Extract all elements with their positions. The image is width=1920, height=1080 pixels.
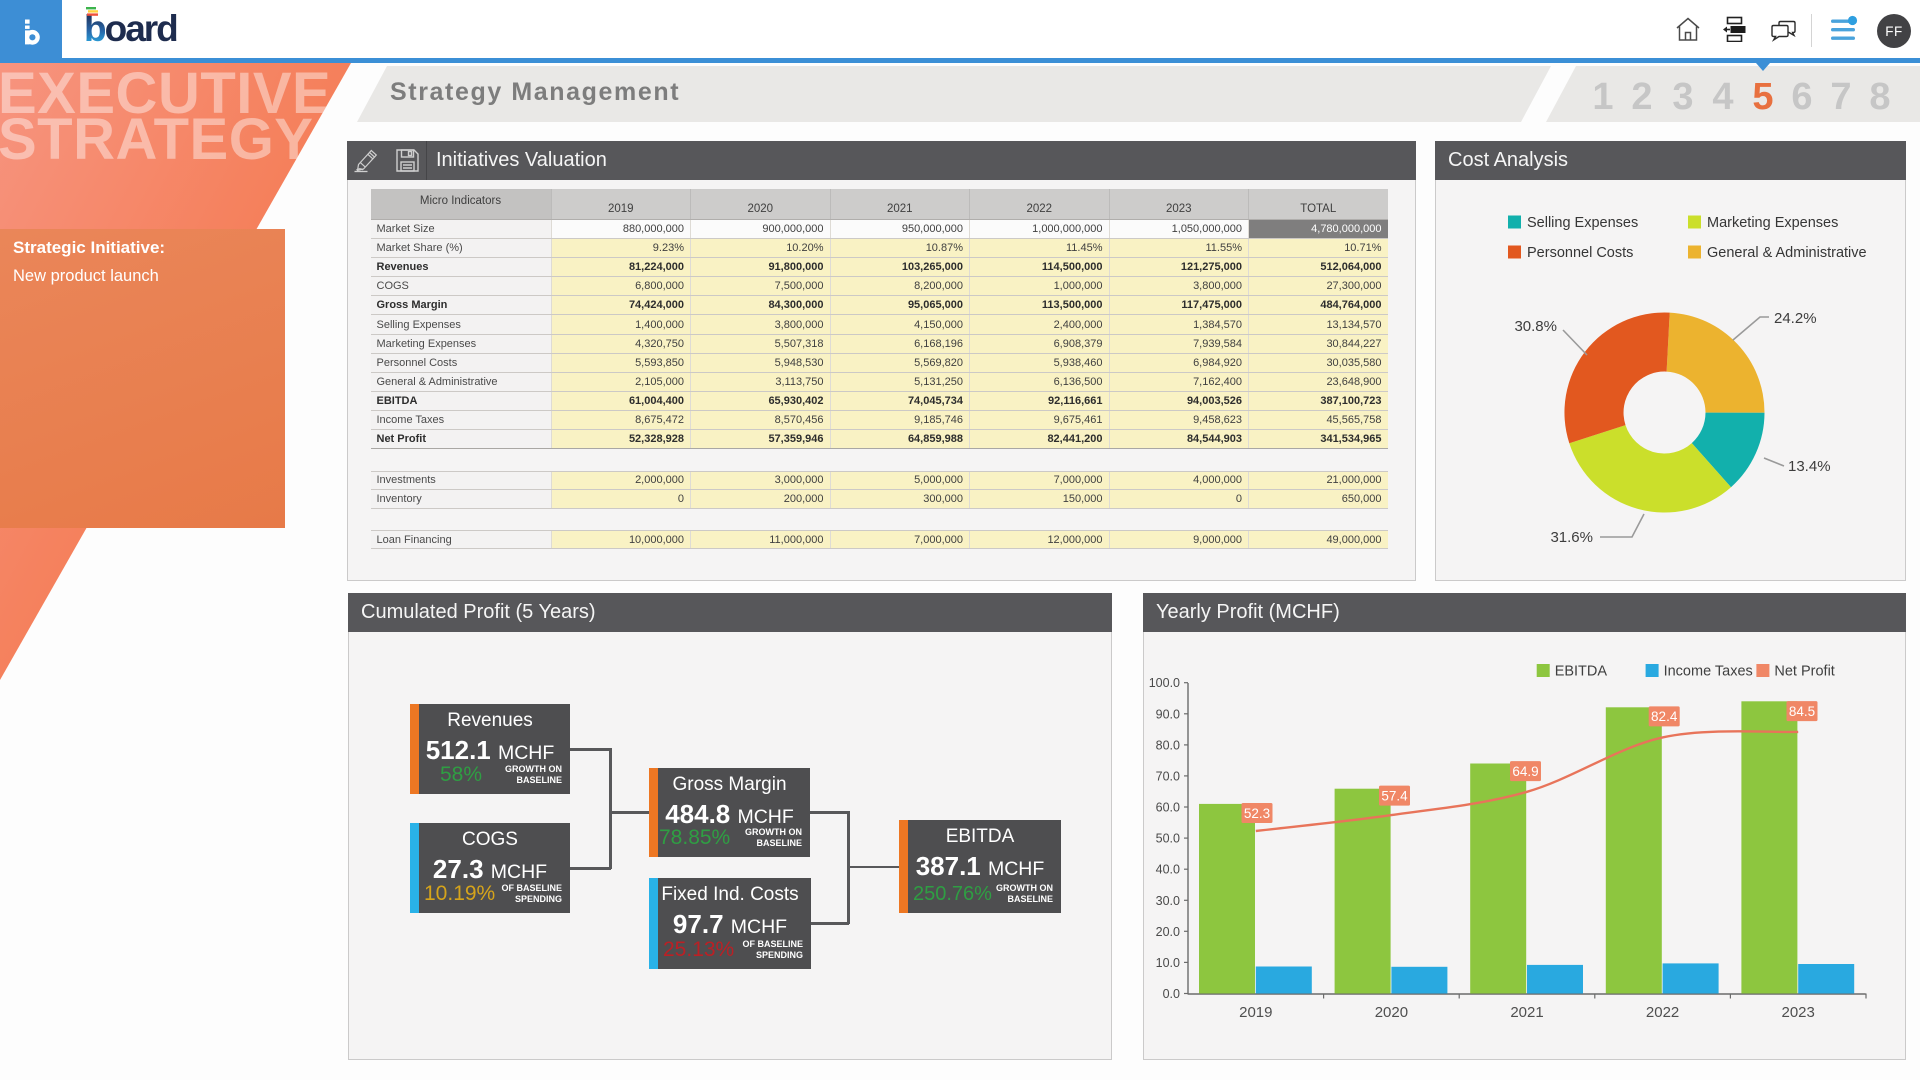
svg-text:80.0: 80.0 bbox=[1156, 738, 1180, 752]
svg-text:Personnel Costs: Personnel Costs bbox=[1527, 245, 1633, 261]
svg-text:10.0: 10.0 bbox=[1156, 956, 1180, 970]
svg-text:52.3: 52.3 bbox=[1244, 806, 1270, 821]
svg-text:84.5: 84.5 bbox=[1789, 704, 1815, 719]
svg-text:2023: 2023 bbox=[1782, 1004, 1815, 1021]
svg-text:2019: 2019 bbox=[1239, 1004, 1272, 1021]
svg-text:Selling Expenses: Selling Expenses bbox=[1527, 215, 1638, 231]
svg-text:Marketing Expenses: Marketing Expenses bbox=[1707, 215, 1838, 231]
svg-text:31.6%: 31.6% bbox=[1550, 529, 1593, 546]
svg-text:70.0: 70.0 bbox=[1156, 769, 1180, 783]
svg-text:2021: 2021 bbox=[1510, 1004, 1543, 1021]
svg-text:0.0: 0.0 bbox=[1163, 987, 1180, 1001]
svg-text:82.4: 82.4 bbox=[1651, 709, 1678, 724]
svg-text:General & Administrative: General & Administrative bbox=[1707, 245, 1867, 261]
svg-text:60.0: 60.0 bbox=[1156, 801, 1180, 815]
svg-text:40.0: 40.0 bbox=[1156, 863, 1180, 877]
svg-text:90.0: 90.0 bbox=[1156, 707, 1180, 721]
svg-text:100.0: 100.0 bbox=[1149, 676, 1180, 690]
svg-text:Net Profit: Net Profit bbox=[1774, 664, 1834, 680]
svg-text:Income Taxes: Income Taxes bbox=[1664, 664, 1753, 680]
svg-text:2020: 2020 bbox=[1375, 1004, 1408, 1021]
svg-text:64.9: 64.9 bbox=[1512, 764, 1538, 779]
svg-text:20.0: 20.0 bbox=[1156, 925, 1180, 939]
svg-text:13.4%: 13.4% bbox=[1788, 458, 1831, 475]
svg-text:30.8%: 30.8% bbox=[1514, 318, 1557, 335]
svg-text:50.0: 50.0 bbox=[1156, 832, 1180, 846]
svg-text:EBITDA: EBITDA bbox=[1555, 664, 1608, 680]
svg-text:57.4: 57.4 bbox=[1381, 788, 1408, 803]
svg-text:30.0: 30.0 bbox=[1156, 894, 1180, 908]
svg-text:2022: 2022 bbox=[1646, 1004, 1679, 1021]
svg-text:24.2%: 24.2% bbox=[1774, 310, 1817, 327]
